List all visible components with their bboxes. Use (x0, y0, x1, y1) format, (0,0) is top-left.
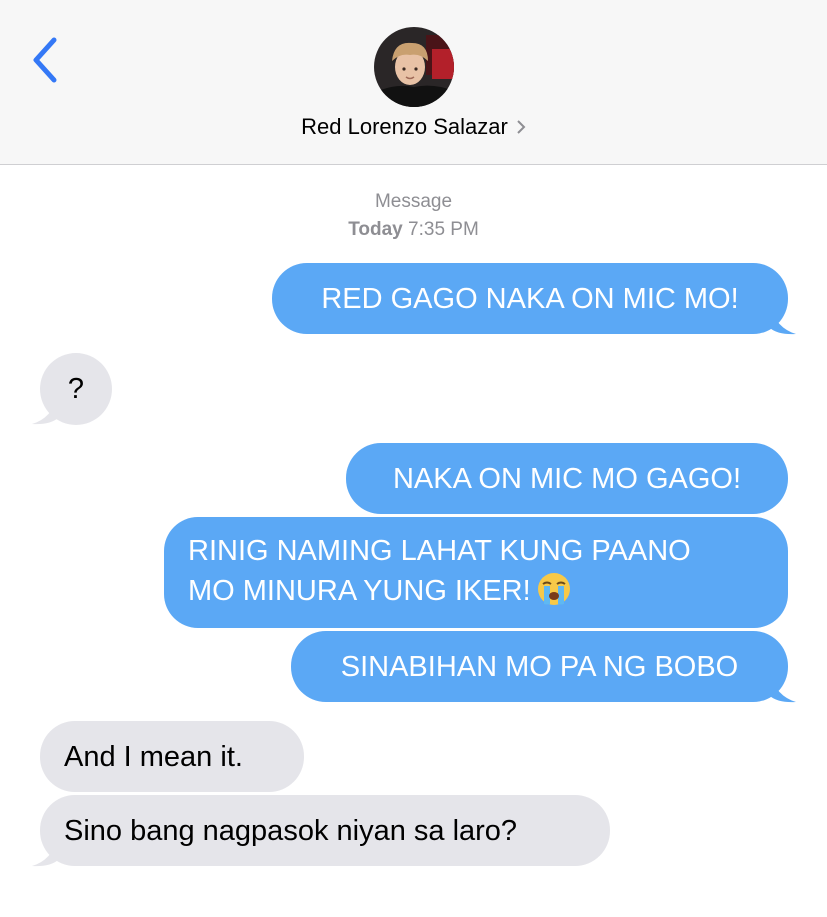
timestamp: Today 7:35 PM (0, 219, 827, 241)
message-text: And I mean it. (64, 741, 243, 773)
received-message-bubble[interactable]: And I mean it. (40, 721, 304, 792)
sent-message-bubble[interactable]: SINABIHAN MO PA NG BOBO (291, 631, 788, 702)
contact-name: Red Lorenzo Salazar (301, 114, 508, 139)
conversation-header: Red Lorenzo Salazar (0, 0, 827, 165)
avatar[interactable] (374, 27, 454, 107)
bubble-tail (32, 396, 58, 425)
contact-name-button[interactable]: Red Lorenzo Salazar (0, 114, 827, 141)
bubble-tail (770, 306, 796, 335)
message-text: RED GAGO NAKA ON MIC MO! (321, 283, 739, 315)
contact-photo (374, 27, 454, 107)
message-text: ? (67, 373, 85, 405)
chevron-left-icon (33, 37, 57, 83)
message-text: SINABIHAN MO PA NG BOBO (340, 651, 739, 683)
service-label: Message (374, 191, 453, 212)
sent-message-bubble[interactable]: RED GAGO NAKA ON MIC MO! (272, 263, 788, 334)
chevron-right-icon (516, 115, 526, 141)
time-label: 7:35 PM (408, 219, 479, 240)
bubble-tail (770, 674, 796, 703)
sent-message-bubble[interactable]: RINIG NAMING LAHAT KUNG PAANO MO MINURA … (164, 517, 788, 628)
bubble-tail (32, 838, 58, 867)
date-label: Today (348, 219, 403, 240)
loudly-crying-face-icon (537, 572, 571, 606)
back-button[interactable] (28, 34, 68, 86)
message-text-line: RINIG NAMING LAHAT KUNG PAANO (188, 535, 691, 567)
message-text: NAKA ON MIC MO GAGO! (392, 463, 742, 495)
message-text-line: MO MINURA YUNG IKER! (188, 571, 764, 611)
sent-message-bubble[interactable]: NAKA ON MIC MO GAGO! (346, 443, 788, 514)
received-message-bubble[interactable]: Sino bang nagpasok niyan sa laro? (40, 795, 610, 866)
message-text: Sino bang nagpasok niyan sa laro? (64, 815, 518, 847)
